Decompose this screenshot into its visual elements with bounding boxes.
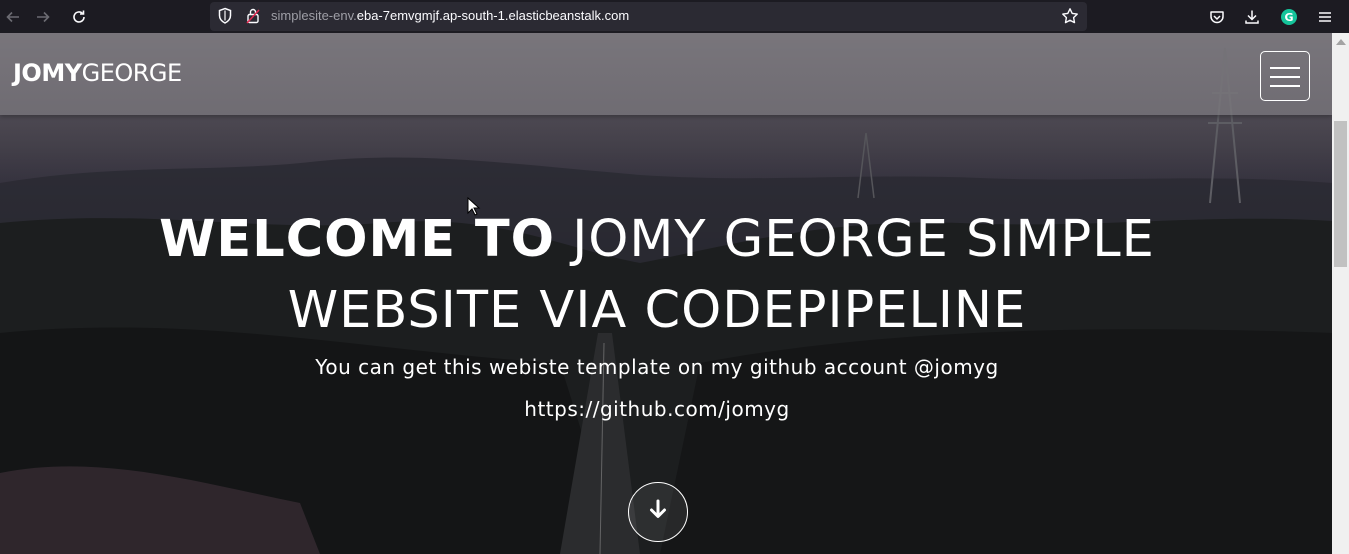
url-domain: eba-7emvgmjf.ap-south-1.elasticbeanstalk… — [356, 8, 630, 23]
grammarly-icon[interactable]: G — [1276, 4, 1302, 30]
site-navbar: JOMYGEORGE — [0, 33, 1332, 115]
lock-icon[interactable] — [246, 7, 260, 29]
brand-light: GEORGE — [81, 59, 183, 87]
scroll-down-button[interactable] — [628, 482, 688, 542]
menu-icon[interactable] — [1312, 4, 1338, 30]
address-bar[interactable]: simplesite-env.eba-7emvgmjf.ap-south-1.e… — [210, 2, 1087, 31]
url-text[interactable]: simplesite-env.eba-7emvgmjf.ap-south-1.e… — [271, 8, 629, 23]
back-icon[interactable] — [0, 4, 26, 30]
download-icon[interactable] — [1239, 4, 1265, 30]
svg-text:G: G — [1284, 11, 1293, 24]
hero-title-bold: WELCOME TO — [159, 210, 555, 269]
hamburger-line — [1270, 67, 1300, 69]
scroll-up-icon[interactable] — [1336, 39, 1346, 45]
hamburger-line — [1270, 85, 1300, 87]
hamburger-line — [1270, 76, 1300, 78]
scrollbar-thumb[interactable] — [1334, 121, 1347, 267]
site-logo[interactable]: JOMYGEORGE — [13, 59, 182, 87]
shield-icon[interactable] — [217, 7, 233, 29]
pocket-icon[interactable] — [1204, 4, 1230, 30]
url-subdomain: simplesite-env. — [271, 8, 357, 23]
hero-subtitle: You can get this webiste template on my … — [315, 355, 999, 379]
star-icon[interactable] — [1061, 7, 1079, 29]
reload-icon[interactable] — [66, 4, 92, 30]
page-scrollbar[interactable] — [1332, 33, 1349, 554]
hero-title-line2: WEBSITE VIA CODEPIPELINE — [287, 281, 1027, 340]
forward-icon[interactable] — [30, 4, 56, 30]
arrow-down-icon — [648, 499, 668, 525]
hero-title-rest: JOMY GEORGE SIMPLE — [572, 210, 1155, 269]
github-link[interactable]: https://github.com/jomyg — [0, 397, 1314, 421]
mouse-cursor-icon — [467, 196, 481, 221]
page-viewport: JOMYGEORGE WELCOME TO JOMY GEORGE SIMPLE… — [0, 33, 1332, 554]
hero-title: WELCOME TO JOMY GEORGE SIMPLE WEBSITE VI… — [0, 204, 1314, 346]
browser-toolbar: simplesite-env.eba-7emvgmjf.ap-south-1.e… — [0, 0, 1349, 33]
hero-title-line1: WELCOME TO JOMY GEORGE SIMPLE — [0, 204, 1314, 275]
brand-bold: JOMY — [13, 59, 82, 87]
hamburger-menu-button[interactable] — [1260, 51, 1310, 101]
